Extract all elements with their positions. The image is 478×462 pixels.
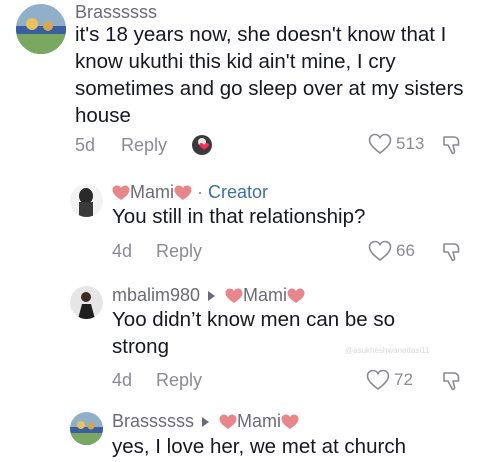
heart-emoji-icon [281,414,299,429]
comment-username[interactable]: Mami · Creator [112,182,268,203]
reply-button[interactable]: Reply [121,135,167,156]
creator-separator: · [197,182,203,202]
comment-username[interactable]: Brassssss [75,2,157,23]
username-text[interactable]: mbalim980 [112,285,200,306]
heart-emoji-icon [287,288,305,303]
reply-button[interactable]: Reply [156,241,202,262]
creator-badge: Creator [208,182,269,202]
like-button[interactable]: 72 [366,369,413,391]
like-button[interactable]: 66 [368,240,415,262]
dislike-icon[interactable] [440,370,462,392]
reply-arrow-icon [208,290,216,301]
username-text[interactable]: Brassssss [112,411,194,432]
comment-age: 5d [75,134,96,155]
comment-username[interactable]: Brassssss Mami [112,411,299,432]
heart-outline-icon [368,133,392,155]
avatar[interactable] [70,184,103,217]
avatar[interactable] [70,286,103,319]
comment-meta: 5d Reply [75,134,217,156]
watermark: @asukheshwanedasi11 [345,346,430,355]
comment-text: You still in that relationship? [112,205,366,228]
heart-outline-icon [366,369,390,391]
username-text[interactable]: Brassssss [75,2,157,23]
comment-text: yes, I love her, we met at church [112,435,406,458]
like-count: 66 [396,241,415,260]
like-count: 513 [396,134,425,153]
like-count: 72 [394,370,413,389]
heart-emoji-icon [219,414,237,429]
comment-meta: 4d Reply [112,370,202,391]
comment-meta: 4d Reply [112,241,202,262]
comment-age: 4d [112,370,133,390]
avatar[interactable] [16,4,66,54]
comment-age: 4d [112,241,133,261]
comment-username[interactable]: mbalim980 Mami [112,285,305,306]
dislike-icon[interactable] [440,241,462,263]
heart-outline-icon [368,240,392,262]
creator-liked-avatar [191,134,217,156]
reply-button[interactable]: Reply [156,370,202,391]
heart-emoji-icon [225,288,243,303]
reply-arrow-icon [202,416,210,427]
like-button[interactable]: 513 [368,133,424,155]
comment-text: it's 18 years now, she doesn't know that… [75,23,464,127]
reply-to-username[interactable]: Mami [243,285,287,306]
username-text[interactable]: Mami [130,182,174,203]
heart-emoji-icon [174,185,192,200]
heart-emoji-icon [112,185,130,200]
avatar[interactable] [70,412,103,445]
dislike-icon[interactable] [440,134,462,156]
reply-to-username[interactable]: Mami [237,411,281,432]
